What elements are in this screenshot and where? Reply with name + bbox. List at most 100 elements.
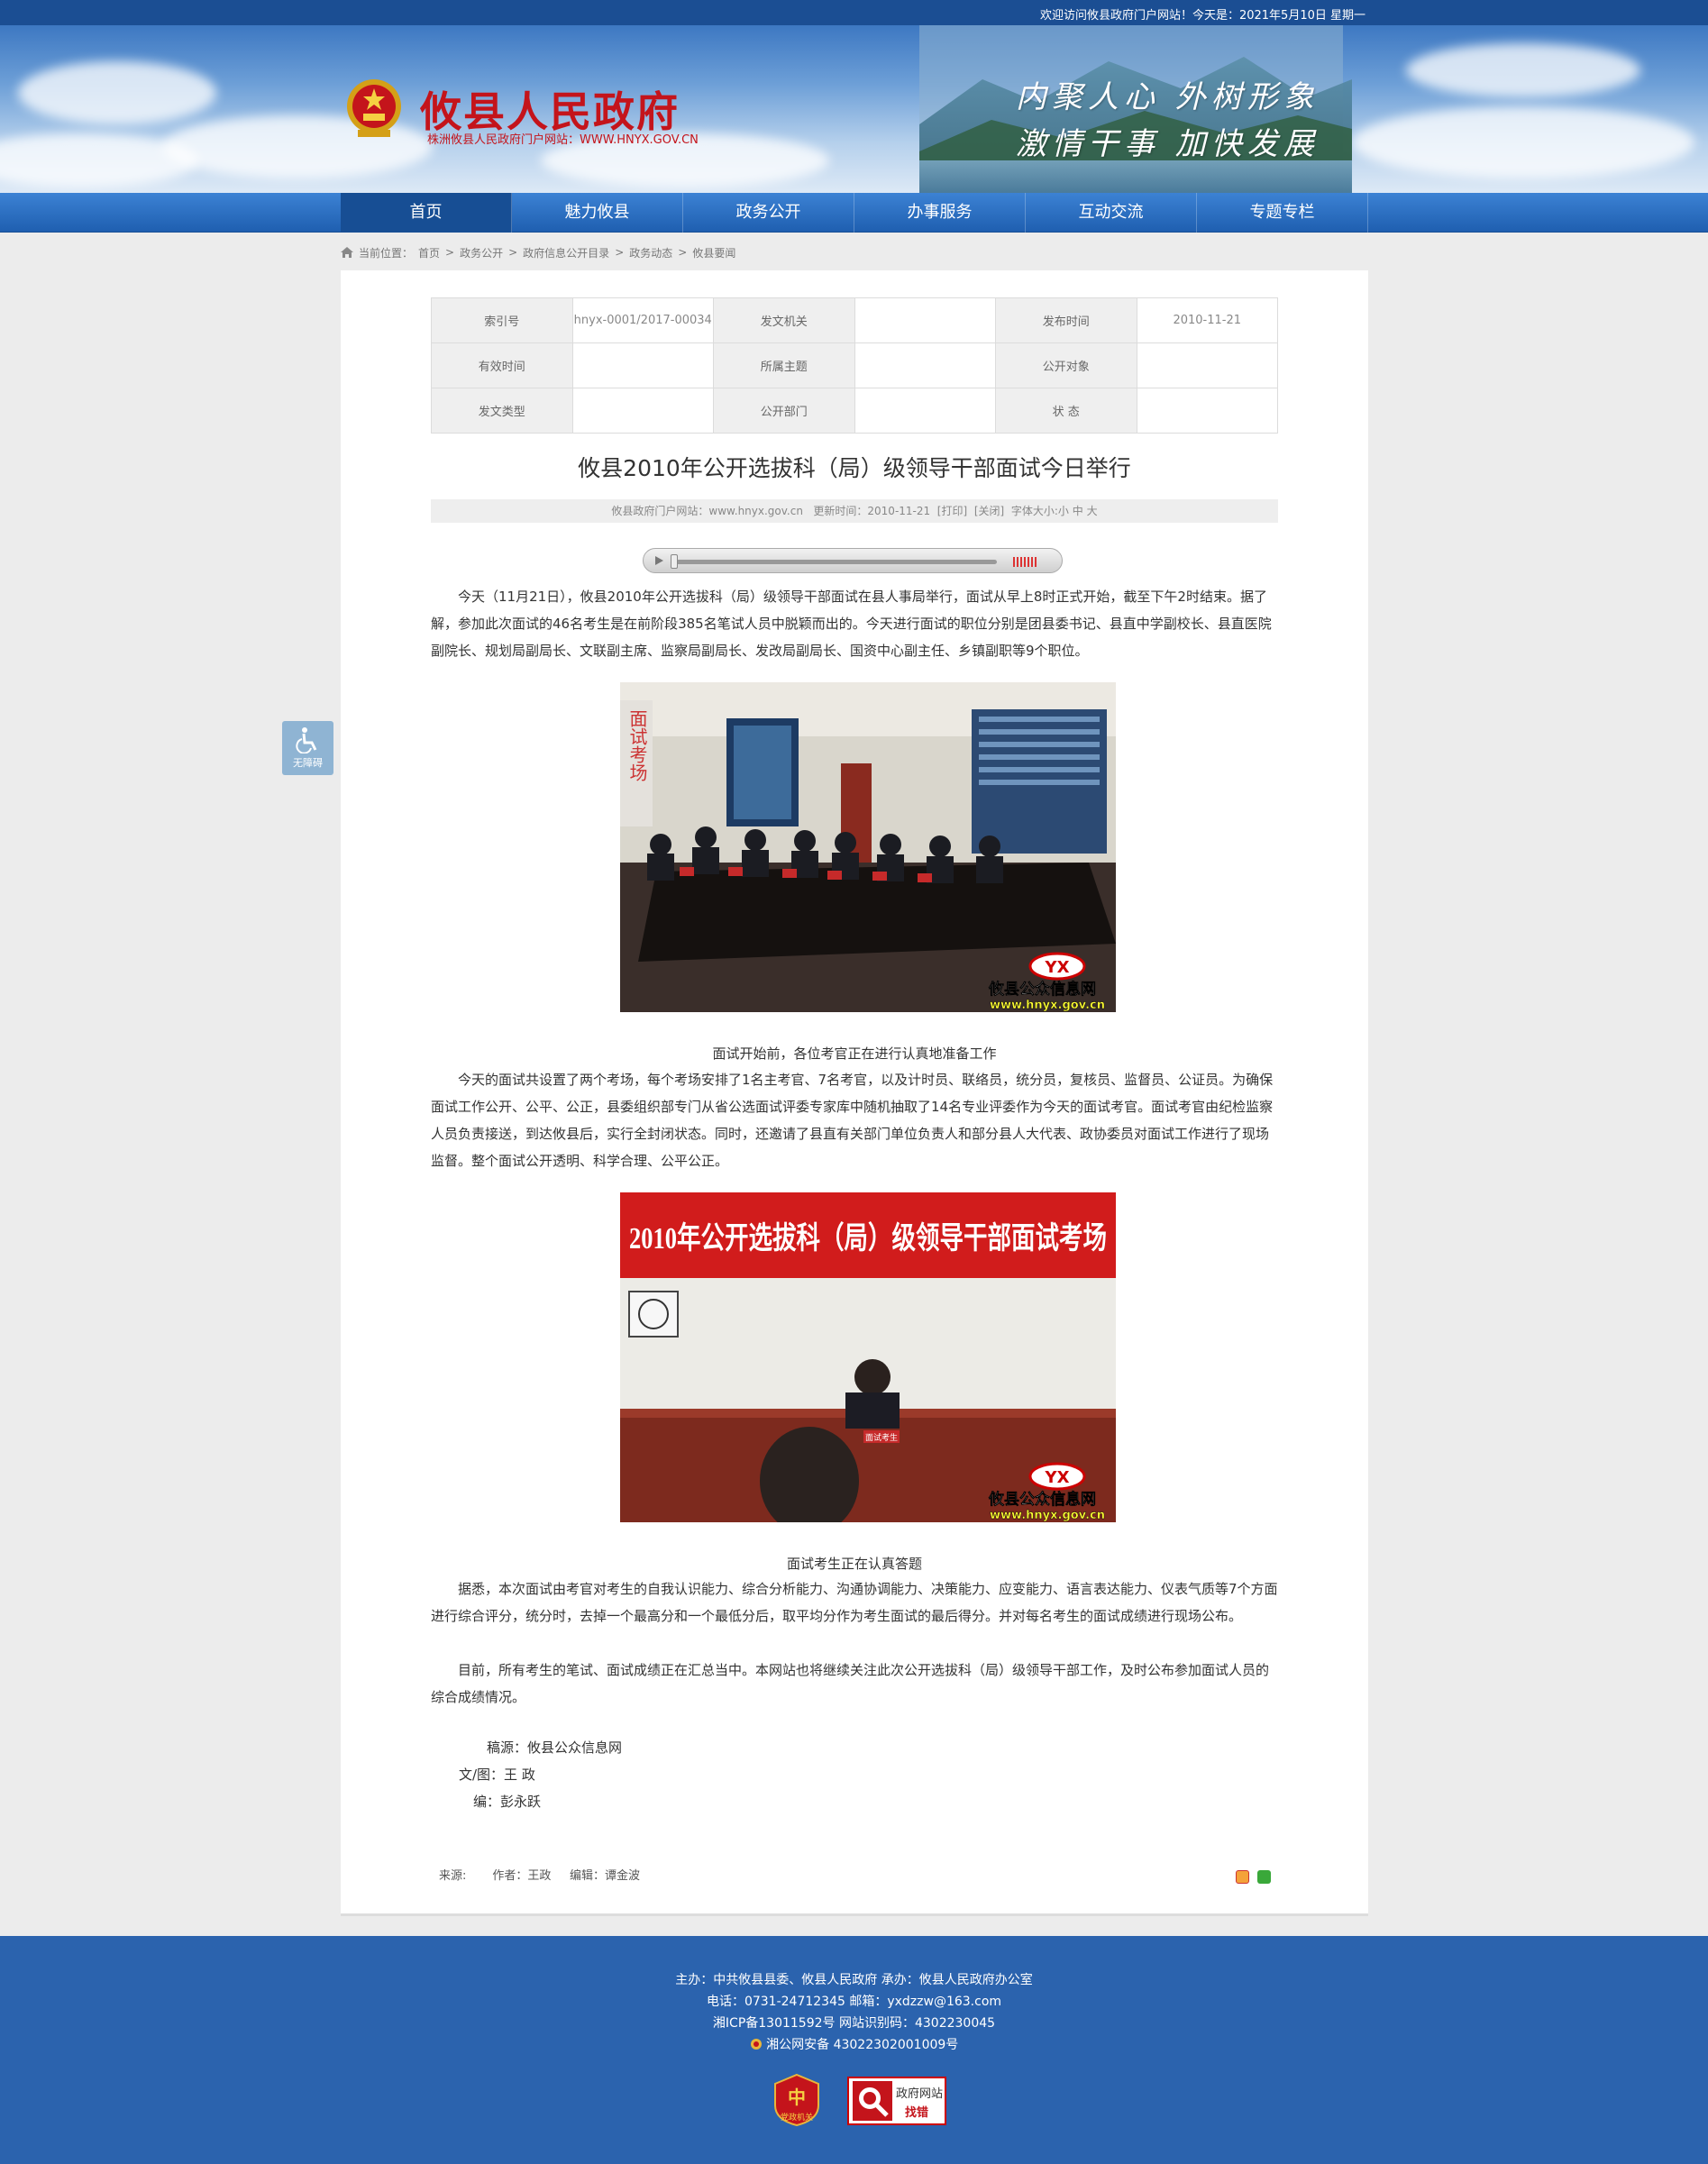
document-info-table: 索引号 hnyx-0001/2017-00034 发文机关 发布时间 2010-…	[431, 297, 1278, 434]
publish-date-value: 2010-11-21	[1136, 297, 1278, 343]
meeting-room-image: 面试考场 YX 攸县公众信息网 www.hnyx.gov.cn	[620, 682, 1116, 1012]
gov-site-error-report-button[interactable]: 政府网站 找错	[847, 2077, 946, 2125]
font-large-button[interactable]: 大	[1087, 505, 1098, 517]
table-row: 索引号 hnyx-0001/2017-00034 发文机关 发布时间 2010-…	[431, 297, 1278, 343]
watermark-logo: YX	[1045, 1468, 1070, 1487]
article-meta-bar: 攸县政府门户网站：www.hnyx.gov.cn 更新时间：2010-11-21…	[431, 499, 1278, 523]
article-paragraph: 据悉，本次面试由考官对考生的自我认识能力、综合分析能力、沟通协调能力、决策能力、…	[431, 1581, 1278, 1624]
close-link[interactable]: [关闭]	[974, 505, 1004, 517]
badge-label: 党政机关	[781, 2112, 813, 2123]
footer-contact: 电话：0731-24712345 邮箱：yxdzzw@163.com	[706, 1995, 1002, 2009]
meta-site: 攸县政府门户网站：www.hnyx.gov.cn	[611, 505, 803, 517]
sign-editor: 编：彭永跃	[473, 1794, 542, 1810]
interview-room-image: 2010年公开选拔科（局）级领导干部面试考场 面试考生 YX 攸县公众信息网 w…	[620, 1192, 1116, 1522]
issuing-agency-label: 发文机关	[713, 297, 855, 343]
breadcrumb-info-catalog[interactable]: 政府信息公开目录	[523, 245, 609, 260]
print-link[interactable]: [打印]	[937, 505, 967, 517]
valid-time-label: 有效时间	[431, 342, 573, 388]
article-paragraph: 今天的面试共设置了两个考场，每个考场安排了1名主考官、7名考官，以及计时员、联络…	[431, 1072, 1274, 1169]
play-icon[interactable]	[651, 553, 667, 568]
doc-type-label: 发文类型	[431, 388, 573, 434]
breadcrumb-separator: >	[678, 246, 688, 259]
audience-label: 公开对象	[995, 342, 1137, 388]
breadcrumb-government-affairs[interactable]: 政务公开	[460, 245, 503, 260]
breadcrumb-prefix: 当前位置：	[359, 246, 414, 260]
wheelchair-icon	[296, 727, 317, 753]
nav-special-topics[interactable]: 专题专栏	[1197, 193, 1368, 233]
wechat-share-icon[interactable]	[1257, 1870, 1271, 1884]
progress-handle[interactable]	[671, 554, 678, 569]
article-paragraph: 今天（11月21日），攸县2010年公开选拔科（局）级领导干部面试在县人事局举行…	[431, 589, 1272, 659]
volume-icon[interactable]	[1013, 557, 1037, 567]
main-nav: 首页 魅力攸县 政务公开 办事服务 互动交流 专题专栏	[0, 193, 1708, 233]
nameplate-text: 面试考生	[865, 1432, 898, 1443]
audience-value	[1136, 342, 1278, 388]
photo-caption-2: 面试考生正在认真答题	[786, 1556, 922, 1572]
nav-government-affairs[interactable]: 政务公开	[683, 193, 854, 233]
index-number-value: hnyx-0001/2017-00034	[571, 297, 714, 343]
photo-candidate: 2010年公开选拔科（局）级领导干部面试考场 面试考生 YX 攸县公众信息网 w…	[620, 1192, 1116, 1522]
breadcrumb-news[interactable]: 政务动态	[629, 245, 672, 260]
svg-text:中: 中	[788, 2086, 806, 2108]
font-size-label: 字体大小:	[1010, 505, 1058, 517]
slogan-line-2: 激情干事 加快发展	[1016, 126, 1320, 162]
site-subtitle: 株洲攸县人民政府门户网站：WWW.HNYX.GOV.CN	[427, 133, 699, 147]
slogan-line-1: 内聚人心 外树形象	[1016, 79, 1320, 115]
table-row: 有效时间 所属主题 公开对象	[431, 342, 1278, 388]
footer-author: 作者：王政	[492, 1869, 552, 1883]
font-medium-button[interactable]: 中	[1073, 505, 1083, 517]
nav-charm-youxian[interactable]: 魅力攸县	[512, 193, 683, 233]
watermark-url: www.hnyx.gov.cn	[990, 999, 1105, 1012]
cloud-decoration	[18, 61, 216, 124]
breadcrumb-separator: >	[508, 246, 518, 259]
issuing-agency-value	[854, 297, 996, 343]
watermark-site-name: 攸县公众信息网	[988, 980, 1096, 999]
progress-track[interactable]	[672, 560, 997, 564]
footer-icp: 湘ICP备13011592号 网站识别码：4302230045	[712, 2016, 996, 2031]
cloud-decoration	[1406, 43, 1640, 97]
nav-services[interactable]: 办事服务	[854, 193, 1026, 233]
badge-title: 政府网站	[896, 2087, 944, 2101]
weibo-share-icon[interactable]	[1236, 1870, 1249, 1884]
footer-source: 来源:	[439, 1869, 467, 1883]
department-label: 公开部门	[713, 388, 855, 434]
watermark-site-name: 攸县公众信息网	[988, 1490, 1096, 1509]
breadcrumb-separator: >	[615, 246, 625, 259]
meta-update-time: 更新时间：2010-11-21	[813, 505, 931, 517]
magnifier-icon	[853, 2081, 892, 2121]
footer-sponsor: 主办：中共攸县县委、攸县人民政府 承办：攸县人民政府办公室	[675, 1973, 1033, 1987]
font-small-button[interactable]: 小	[1058, 505, 1069, 517]
watermark-logo: YX	[1045, 958, 1070, 977]
index-number-label: 索引号	[431, 297, 573, 343]
site-header: 攸县人民政府 株洲攸县人民政府门户网站：WWW.HNYX.GOV.CN 内聚人心…	[0, 25, 1708, 193]
status-label: 状 态	[995, 388, 1137, 434]
footer-editor: 编辑：谭金波	[570, 1869, 641, 1883]
home-icon	[341, 247, 353, 258]
department-value	[854, 388, 996, 434]
photo-interviewers: 面试考场 YX 攸县公众信息网 www.hnyx.gov.cn	[620, 682, 1116, 1012]
sign-author: 文/图：王 政	[459, 1767, 535, 1783]
table-row: 发文类型 公开部门 状 态	[431, 388, 1278, 434]
topic-label: 所属主题	[713, 342, 855, 388]
footer-police-record: 湘公网安备 43022302001009号	[0, 2035, 1708, 2053]
police-record-text: 湘公网安备 43022302001009号	[766, 2038, 959, 2052]
breadcrumb-home[interactable]: 首页	[418, 245, 440, 260]
nav-home[interactable]: 首页	[341, 193, 512, 233]
accessibility-button[interactable]: 无障碍	[282, 721, 333, 775]
nav-interaction[interactable]: 互动交流	[1026, 193, 1197, 233]
topic-value	[854, 342, 996, 388]
national-emblem-icon	[347, 79, 401, 137]
banner-text: 面试考场	[626, 709, 647, 781]
accessibility-label: 无障碍	[293, 757, 323, 769]
party-government-badge-icon[interactable]: 中 党政机关	[773, 2073, 820, 2127]
photo-caption-1: 面试开始前，各位考官正在进行认真地准备工作	[712, 1045, 997, 1062]
banner-text: 2010年公开选拔科（局）级领导干部面试考场	[629, 1220, 1107, 1255]
doc-type-value	[571, 388, 714, 434]
breadcrumb: 当前位置： 首页 > 政务公开 > 政府信息公开目录 > 政务动态 > 攸县要闻	[341, 243, 735, 261]
article-paragraph: 目前，所有考生的笔试、面试成绩正在汇总当中。本网站也将继续关注此次公开选拔科（局…	[431, 1662, 1270, 1705]
breadcrumb-county-news[interactable]: 攸县要闻	[692, 245, 735, 260]
article-footer-meta: 来源: 作者：王政 编辑：谭金波	[439, 1866, 640, 1883]
top-bar: 欢迎访问攸县政府门户网站！今天是：2021年5月10日 星期一	[0, 0, 1708, 25]
sign-source: 稿源：攸县公众信息网	[487, 1739, 623, 1756]
badge-subtitle: 找错	[905, 2106, 929, 2120]
